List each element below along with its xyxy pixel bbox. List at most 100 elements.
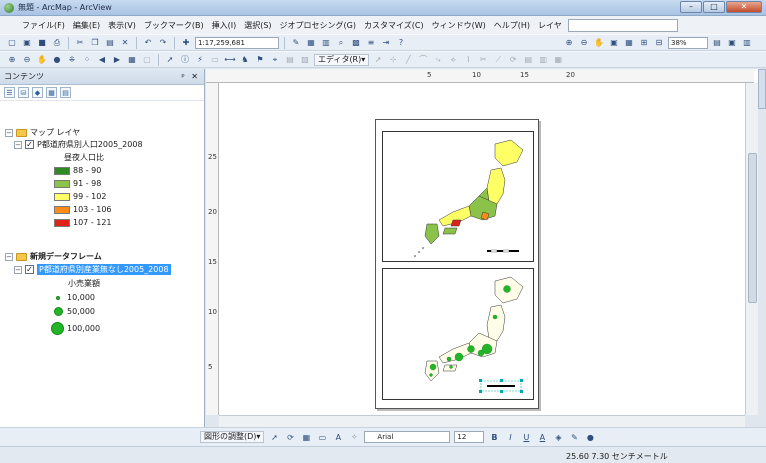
line-color-icon[interactable]: ✎ — [568, 431, 580, 443]
copy-icon[interactable]: ❐ — [89, 37, 101, 49]
editor-toolbar-icon[interactable]: ✎ — [290, 37, 302, 49]
list-by-visibility-icon[interactable]: ◆ — [32, 87, 43, 98]
menu-file[interactable]: ファイル(F) — [18, 20, 69, 31]
collapse-icon[interactable]: − — [14, 265, 22, 274]
menu-selection[interactable]: 選択(S) — [240, 20, 275, 31]
legend-class-row[interactable]: 99 - 102 — [54, 192, 106, 201]
collapse-icon[interactable]: − — [5, 128, 13, 137]
zoom-whole-page-icon[interactable]: ▣ — [608, 37, 620, 49]
delete-icon[interactable]: ✕ — [119, 37, 131, 49]
menu-bookmarks[interactable]: ブックマーク(B) — [140, 20, 208, 31]
python-window-icon[interactable]: ≡ — [365, 37, 377, 49]
edit-vertices-icon[interactable]: ⟡ — [348, 431, 360, 443]
layer-2-name[interactable]: P都道府県別産業無なし2005_2008 — [37, 264, 171, 275]
fixed-zoom-in-icon[interactable]: ⊞ — [638, 37, 650, 49]
clear-selection-icon[interactable]: ▢ — [141, 54, 153, 66]
select-elements-icon[interactable]: ➚ — [268, 431, 280, 443]
time-slider-icon[interactable]: ▤ — [284, 54, 296, 66]
go-to-xy-icon[interactable]: ⌖ — [269, 54, 281, 66]
edit-annotation-icon[interactable]: ⊹ — [387, 54, 399, 66]
list-by-drawing-order-icon[interactable]: ☰ — [4, 87, 15, 98]
layer-1-row[interactable]: − ✓ P都道府県別人口2005_2008 — [14, 139, 143, 150]
identify-icon[interactable]: ⓘ — [179, 54, 191, 66]
edit-tool-icon[interactable]: ➚ — [372, 54, 384, 66]
hyperlink-icon[interactable]: ⚡ — [194, 54, 206, 66]
list-by-source-icon[interactable]: ⛁ — [18, 87, 29, 98]
data-frame-1-row[interactable]: − マップ レイヤ — [5, 127, 80, 138]
legend-class-row[interactable]: 88 - 90 — [54, 166, 101, 175]
data-frame-1-name[interactable]: マップ レイヤ — [30, 127, 80, 138]
toggle-draft-mode-icon[interactable]: ▤ — [711, 37, 723, 49]
menu-edit[interactable]: 編集(E) — [69, 20, 104, 31]
data-frame-2-row[interactable]: − 新規データフレーム — [5, 251, 102, 262]
menu-customize[interactable]: カスタマイズ(C) — [360, 20, 428, 31]
collapse-icon[interactable]: − — [14, 140, 22, 149]
data-frame-2-name[interactable]: 新規データフレーム — [30, 251, 102, 262]
bold-button[interactable]: B — [488, 431, 500, 443]
collapse-icon[interactable]: − — [5, 252, 13, 261]
data-frame-1-map[interactable] — [382, 131, 534, 262]
menu-windows[interactable]: ウィンドウ(W) — [428, 20, 490, 31]
split-icon[interactable]: ⟋ — [492, 54, 504, 66]
editor-menu-button[interactable]: エディタ(R)▾ — [314, 53, 370, 66]
layer-2-row[interactable]: − ✓ P都道府県別産業無なし2005_2008 — [14, 264, 171, 275]
layout-pan-icon[interactable]: ✋ — [593, 37, 605, 49]
create-viewer-icon[interactable]: ▧ — [299, 54, 311, 66]
map-scale-combobox[interactable]: 1:17,259,681 — [195, 36, 279, 49]
legend-class-row[interactable]: 103 - 106 — [54, 205, 112, 214]
go-forward-icon[interactable]: ▶ — [111, 54, 123, 66]
edit-vertices-icon[interactable]: ⟡ — [447, 54, 459, 66]
zoom-to-selected-icon[interactable]: ▦ — [300, 431, 312, 443]
go-back-icon[interactable]: ◀ — [96, 54, 108, 66]
cut-icon[interactable]: ✂ — [74, 37, 86, 49]
full-extent-icon[interactable]: ● — [51, 54, 63, 66]
underline-button[interactable]: U — [520, 431, 532, 443]
menu-help[interactable]: ヘルプ(H) — [490, 20, 534, 31]
focus-data-frame-icon[interactable]: ▣ — [726, 37, 738, 49]
zoom-out-icon[interactable]: ⊖ — [21, 54, 33, 66]
marker-color-icon[interactable]: ● — [584, 431, 596, 443]
toc-window-icon[interactable]: ▦ — [305, 37, 317, 49]
rectangle-icon[interactable]: ▭ — [316, 431, 328, 443]
pan-icon[interactable]: ✋ — [36, 54, 48, 66]
straight-segment-icon[interactable]: ╱ — [402, 54, 414, 66]
layout-zoom-in-icon[interactable]: ⊕ — [563, 37, 575, 49]
save-icon[interactable]: ■ — [36, 37, 48, 49]
create-features-icon[interactable]: ▦ — [552, 54, 564, 66]
data-frame-2-map[interactable] — [382, 268, 534, 400]
find-route-icon[interactable]: ⚑ — [254, 54, 266, 66]
layer-visibility-checkbox[interactable]: ✓ — [25, 140, 34, 149]
legend-class-row[interactable]: 107 - 121 — [54, 218, 112, 227]
rotate-element-icon[interactable]: ⟳ — [284, 431, 296, 443]
add-data-icon[interactable]: ✚ — [180, 37, 192, 49]
whats-this-icon[interactable]: ? — [395, 37, 407, 49]
new-document-icon[interactable]: ▢ — [6, 37, 18, 49]
legend-class-row[interactable]: 10,000 — [52, 293, 95, 302]
text-icon[interactable]: A — [332, 431, 344, 443]
font-combobox[interactable]: Arial — [364, 431, 451, 443]
scrollbar-thumb[interactable] — [748, 153, 757, 303]
close-button[interactable]: ✕ — [726, 1, 762, 13]
pin-icon[interactable]: ᵖ — [181, 72, 184, 81]
legend-class-row[interactable]: 100,000 — [50, 322, 100, 335]
side-dock-tab[interactable] — [758, 69, 766, 109]
menu-insert[interactable]: 挿入(I) — [208, 20, 241, 31]
paste-icon[interactable]: ▤ — [104, 37, 116, 49]
font-size-combobox[interactable]: 12 — [454, 431, 485, 443]
zoom-in-icon[interactable]: ⊕ — [6, 54, 18, 66]
measure-icon[interactable]: ⟷ — [224, 54, 236, 66]
redo-icon[interactable]: ↷ — [157, 37, 169, 49]
print-icon[interactable]: ⎙ — [51, 37, 63, 49]
legend-class-row[interactable]: 91 - 98 — [54, 179, 101, 188]
zoom-100-icon[interactable]: ▦ — [623, 37, 635, 49]
menu-geoprocessing[interactable]: ジオプロセシング(G) — [276, 20, 360, 31]
font-color-button[interactable]: A — [536, 431, 548, 443]
sketch-properties-icon[interactable]: ▥ — [537, 54, 549, 66]
italic-button[interactable]: I — [504, 431, 516, 443]
fixed-zoom-out-icon[interactable]: ⁘ — [81, 54, 93, 66]
toc-close-icon[interactable]: ✕ — [191, 72, 198, 81]
layout-zoom-combobox[interactable]: 38% — [668, 36, 708, 49]
find-icon[interactable]: ♞ — [239, 54, 251, 66]
html-popup-icon[interactable]: ▭ — [209, 54, 221, 66]
layout-zoom-out-icon[interactable]: ⊖ — [578, 37, 590, 49]
